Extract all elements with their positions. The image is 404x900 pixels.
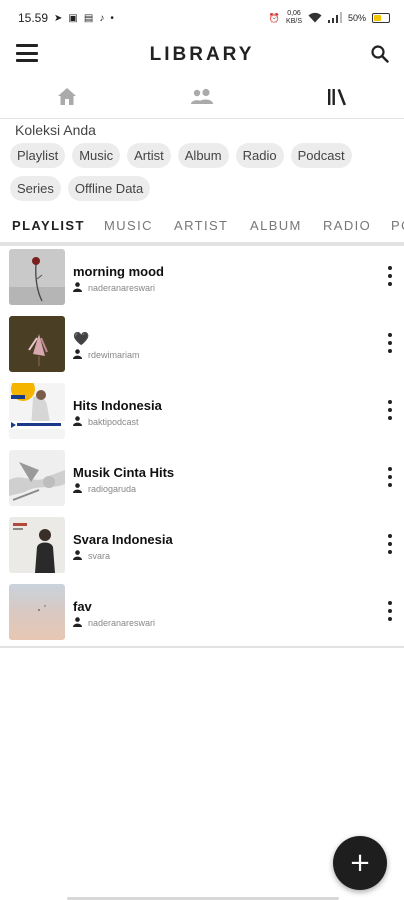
more-options-icon[interactable] — [386, 266, 394, 286]
friends-icon — [190, 88, 214, 111]
list-item[interactable]: Musik Cinta Hits radiogaruda — [0, 447, 404, 514]
playlist-owner: radiogaruda — [73, 483, 136, 495]
playlist-owner: rdewimariam — [73, 349, 140, 361]
owner-name: svara — [88, 551, 111, 561]
tab-radio[interactable]: RADIO — [323, 218, 371, 233]
playlist-thumbnail-svara — [9, 517, 65, 573]
owner-name: naderanareswari — [88, 283, 156, 293]
home-icon — [57, 87, 77, 111]
owner-name: rdewimariam — [88, 350, 140, 360]
tab-playlist[interactable]: PLAYLIST — [12, 218, 85, 233]
playlist-title: Hits Indonesia — [73, 398, 162, 413]
chip-artist[interactable]: Artist — [127, 143, 171, 168]
playlist-list: morning mood naderanareswari 🖤 rdewimari… — [0, 246, 404, 648]
wifi-icon — [308, 12, 322, 25]
user-icon — [73, 282, 82, 294]
list-bottom-divider — [0, 646, 404, 648]
more-options-icon[interactable] — [386, 467, 394, 487]
playlist-owner: naderanareswari — [73, 282, 155, 294]
network-speed: 0,06 KB/S — [286, 10, 302, 26]
alarm-icon: ⏰ — [268, 12, 281, 23]
playlist-thumbnail-beach — [9, 584, 65, 640]
user-icon — [73, 349, 82, 361]
playlist-thumbnail-hits-indonesia — [9, 383, 65, 439]
chip-podcast[interactable]: Podcast — [290, 143, 352, 168]
gallery-icon: ▤ — [83, 12, 94, 24]
playlist-owner: baktipodcast — [73, 416, 139, 428]
status-bar: 15.59 ➤ ▣ ▤ ♪ • ⏰ 0,06 KB/S 50% — [0, 0, 404, 36]
nav-home[interactable] — [0, 80, 135, 118]
nav-friends[interactable] — [135, 80, 270, 118]
chip-series[interactable]: Series — [10, 176, 61, 201]
tab-album[interactable]: ALBUM — [250, 218, 302, 233]
search-icon[interactable] — [370, 44, 390, 64]
chip-album[interactable]: Album — [177, 143, 229, 168]
playlist-owner: naderanareswari — [73, 617, 155, 629]
more-notifications-icon: • — [110, 12, 114, 24]
battery-icon — [372, 13, 390, 23]
divider — [0, 118, 404, 119]
playlist-owner: svara — [73, 550, 110, 562]
playlist-title: morning mood — [73, 264, 164, 279]
network-speed-value: 0,06 — [287, 10, 301, 17]
chip-playlist[interactable]: Playlist — [10, 143, 66, 168]
playlist-title: Musik Cinta Hits — [73, 465, 175, 480]
list-item[interactable]: fav naderanareswari — [0, 581, 404, 648]
nav-library[interactable] — [269, 80, 404, 118]
app-notification-icon: ▣ — [68, 12, 78, 24]
filter-chips: Playlist Music Artist Album Radio Podcas… — [10, 143, 394, 201]
user-icon — [73, 483, 82, 495]
more-options-icon[interactable] — [386, 534, 394, 554]
add-button[interactable]: + — [333, 836, 387, 890]
add-icon: + — [349, 848, 371, 878]
collection-title: Koleksi Anda — [15, 122, 96, 138]
tiktok-icon: ♪ — [99, 12, 105, 24]
owner-name: naderanareswari — [88, 618, 156, 628]
more-options-icon[interactable] — [386, 333, 394, 353]
chip-music[interactable]: Music — [72, 143, 121, 168]
chip-offline-data[interactable]: Offline Data — [67, 176, 151, 201]
list-item[interactable]: 🖤 rdewimariam — [0, 313, 404, 380]
playlist-thumbnail-flowers — [9, 316, 65, 372]
playlist-title: Svara Indonesia — [73, 532, 173, 547]
list-item[interactable]: Hits Indonesia baktipodcast — [0, 380, 404, 447]
list-item[interactable]: morning mood naderanareswari — [0, 246, 404, 313]
user-icon — [73, 550, 82, 562]
user-icon — [73, 416, 82, 428]
list-item[interactable]: Svara Indonesia svara — [0, 514, 404, 581]
top-navigation — [0, 80, 404, 118]
user-icon — [73, 617, 82, 629]
more-options-icon[interactable] — [386, 400, 394, 420]
chip-radio[interactable]: Radio — [235, 143, 284, 168]
battery-fill — [374, 15, 381, 21]
more-options-icon[interactable] — [386, 601, 394, 621]
tab-music[interactable]: MUSIC — [104, 218, 153, 233]
playlist-title: 🖤 — [73, 331, 90, 346]
playlist-title: fav — [73, 599, 92, 614]
playlist-thumbnail-rose — [9, 249, 65, 305]
tab-podcast[interactable]: PO — [391, 218, 404, 233]
signal-icon — [327, 11, 342, 25]
battery-percent: 50% — [347, 13, 366, 23]
status-time: 15.59 — [18, 11, 49, 25]
app-bar: LIBRARY — [0, 36, 404, 74]
status-right: ⏰ 0,06 KB/S 50% — [269, 10, 390, 26]
library-tabs: PLAYLIST MUSIC ARTIST ALBUM RADIO PO — [0, 212, 404, 242]
status-left: 15.59 ➤ ▣ ▤ ♪ • — [18, 11, 114, 25]
owner-name: baktipodcast — [88, 417, 139, 427]
library-icon — [327, 88, 347, 111]
tab-artist[interactable]: ARTIST — [174, 218, 228, 233]
telegram-icon: ➤ — [54, 12, 63, 24]
network-speed-unit: KB/S — [286, 18, 302, 25]
owner-name: radiogaruda — [88, 484, 137, 494]
playlist-thumbnail-musik-cinta — [9, 450, 65, 506]
page-title: LIBRARY — [149, 44, 255, 65]
